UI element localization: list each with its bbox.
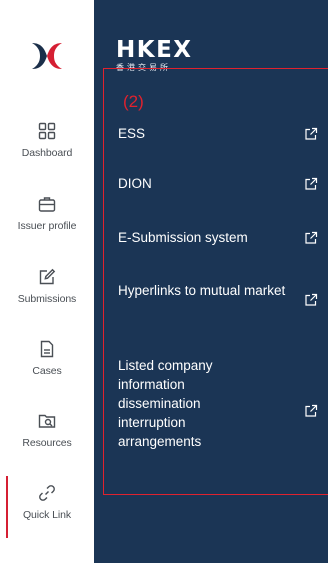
nav-label-resources: Resources <box>22 437 72 449</box>
quick-link-e-submission-system[interactable]: E-Submission system <box>118 228 318 247</box>
folder-search-icon <box>36 410 58 432</box>
nav-label-dashboard: Dashboard <box>21 147 73 159</box>
quick-link-dissemination-interruption[interactable]: Listed company information dissemination… <box>118 356 318 451</box>
nav-item-cases[interactable]: Cases <box>0 338 94 394</box>
briefcase-icon <box>36 193 58 215</box>
quick-link-ess[interactable]: ESS <box>118 124 318 143</box>
nav-label-quick-link: Quick Link <box>22 509 72 521</box>
nav-item-dashboard[interactable]: Dashboard <box>0 120 94 176</box>
quick-link-label: DION <box>118 176 152 191</box>
quick-link-hyperlinks-mutual-market[interactable]: Hyperlinks to mutual market <box>118 281 318 306</box>
hkex-logo-mark[interactable] <box>0 36 94 76</box>
nav-label-submissions: Submissions <box>17 293 77 305</box>
external-link-icon <box>305 177 318 190</box>
link-icon <box>36 482 58 504</box>
hkex-wordmark[interactable]: HKEX 香港交易所 <box>116 38 193 73</box>
quick-link-label: ESS <box>118 126 146 141</box>
quick-link-label: Hyperlinks to mutual market <box>118 283 286 298</box>
quick-link-dion[interactable]: DION <box>118 174 318 193</box>
nav-item-resources[interactable]: Resources <box>0 410 94 466</box>
external-link-icon <box>305 231 318 244</box>
grid-icon <box>36 120 58 142</box>
external-link-icon <box>305 404 318 417</box>
nav-label-cases: Cases <box>32 365 62 377</box>
quick-link-label: E-Submission system <box>118 230 248 245</box>
nav-item-submissions[interactable]: Submissions <box>0 266 94 322</box>
external-link-icon <box>305 127 318 140</box>
annotation-label: (2) <box>123 92 144 111</box>
nav-item-quick-link[interactable]: Quick Link <box>0 482 94 538</box>
edit-icon <box>36 266 58 288</box>
brand-subtitle: 香港交易所 <box>116 63 171 72</box>
nav-item-issuer-profile[interactable]: Issuer profile <box>0 193 94 249</box>
nav-label-issuer-profile: Issuer profile <box>17 220 77 232</box>
side-nav-rail: Dashboard Issuer profile Submissions Cas… <box>0 0 94 563</box>
brand-name: HKEX <box>116 37 193 63</box>
external-link-icon <box>305 293 318 306</box>
quick-link-label: Listed company information dissemination… <box>118 358 213 449</box>
document-icon <box>36 338 58 360</box>
